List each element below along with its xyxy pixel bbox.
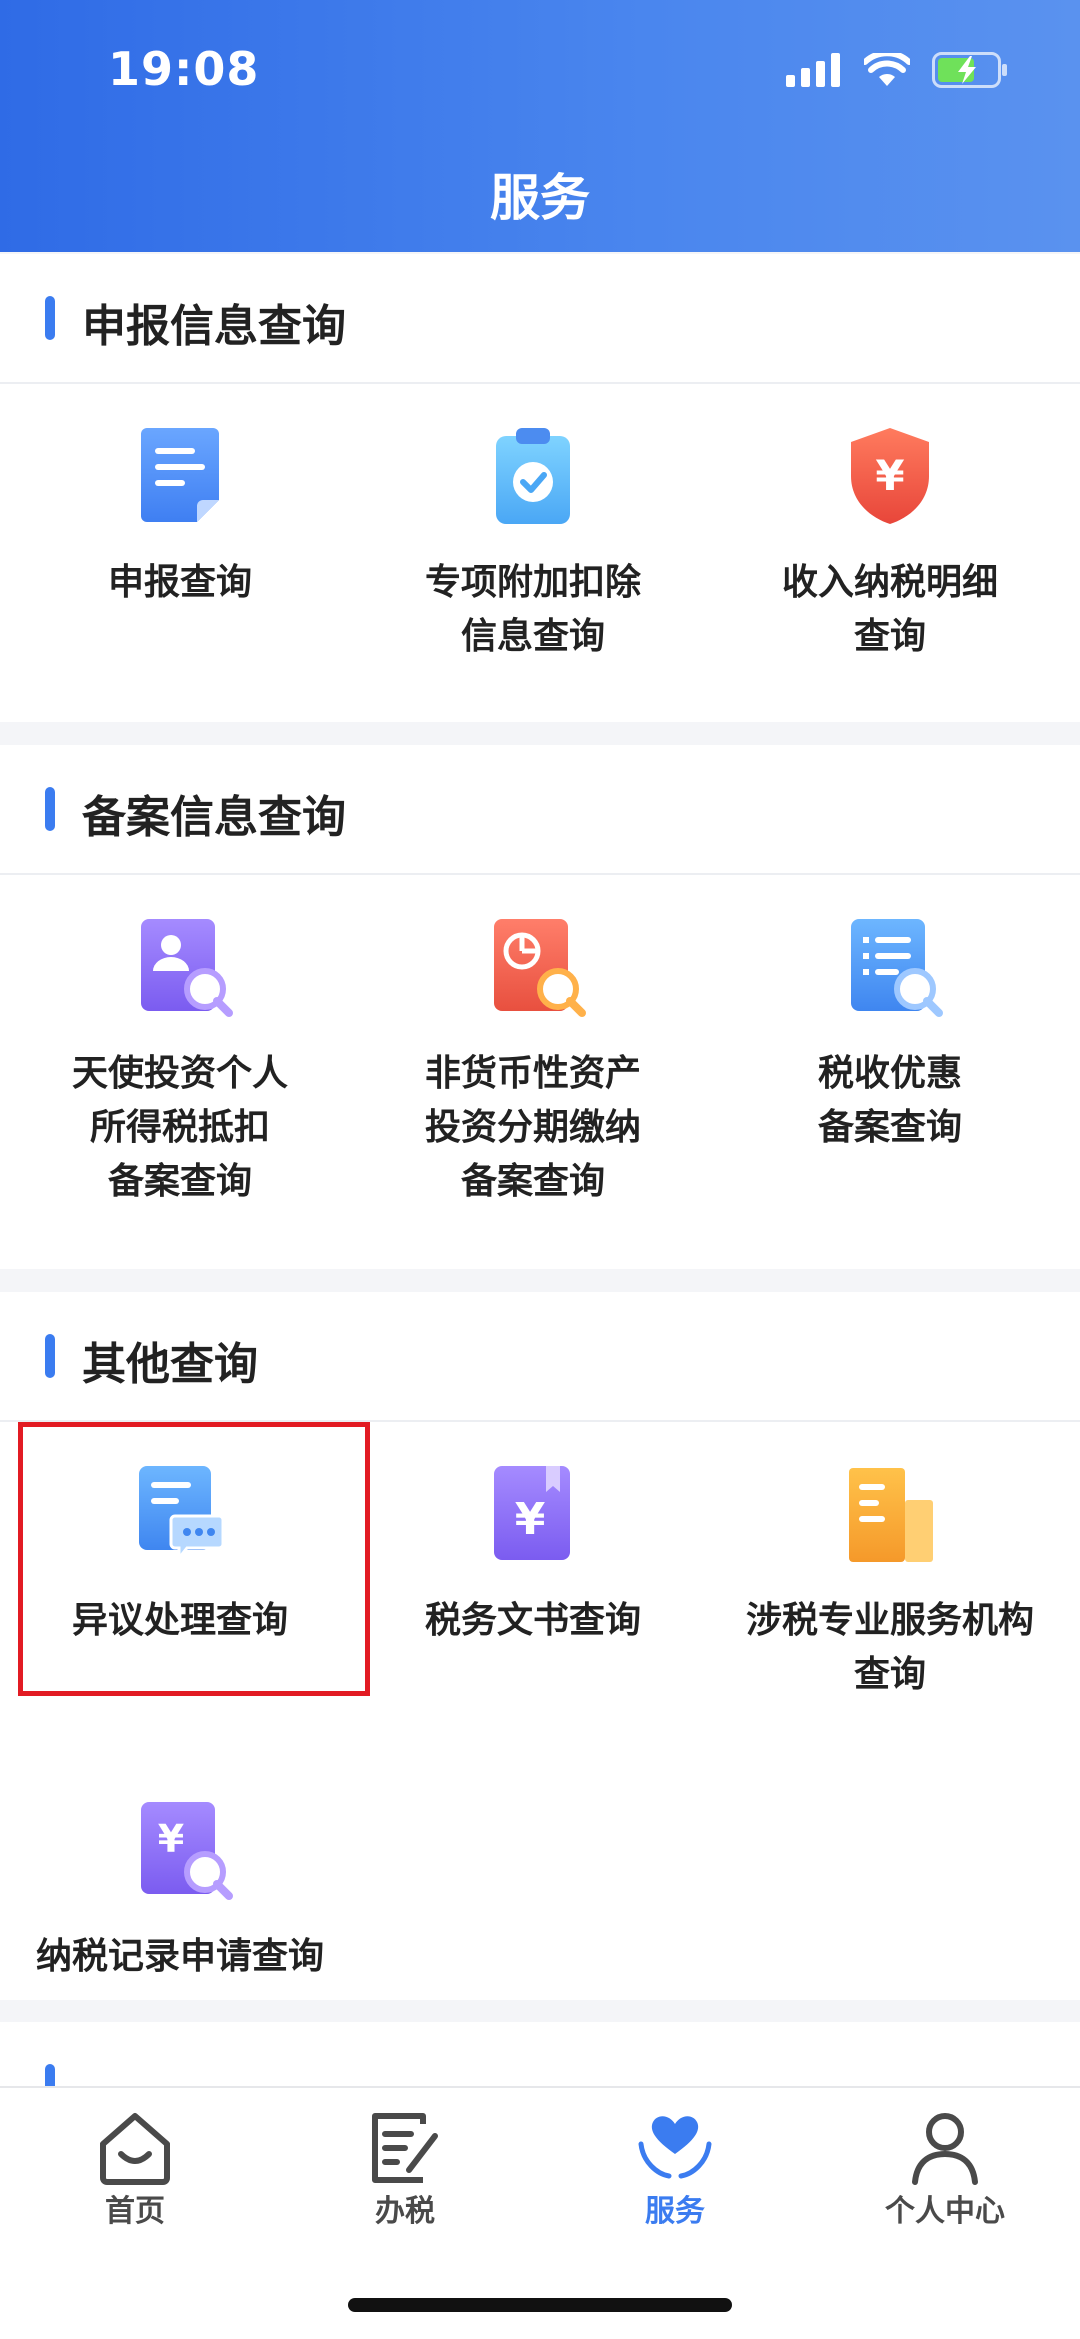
clipboard-check-icon [488,426,578,526]
item-label: 纳税记录申请查询 [35,1936,324,1977]
section-title: 申报信息查询 [82,301,346,352]
service-item-income-tax-detail-query[interactable]: ¥ 收入纳税明细 查询 [710,426,1070,664]
svg-text:¥: ¥ [875,451,904,500]
section-header: 其他查询 [0,1292,1080,1422]
pie-search-icon [488,917,586,1017]
svg-text:¥: ¥ [515,1494,546,1545]
person-search-icon [135,917,233,1017]
item-label: 涉税专业服务机构 查询 [745,1600,1034,1695]
service-item-angel-investment-filing-query[interactable]: 天使投资个人 所得税抵扣 备案查询 [0,917,360,1209]
service-item-declaration-query[interactable]: 申报查询 [0,426,360,610]
item-label: 专项附加扣除 信息查询 [424,562,641,657]
app-header: 19:08 服务 [0,0,1080,252]
section-title: 其他查询 [82,1339,258,1390]
tab-home[interactable]: 首页 [0,2110,270,2230]
svg-text:¥: ¥ [158,1817,184,1861]
status-icons [786,52,1008,88]
section-header: 申报信息查询 [0,254,1080,384]
section-accent-bar [45,296,55,340]
document-icon [135,426,225,526]
wifi-icon [864,53,910,86]
tab-label: 服务 [645,2194,705,2229]
section-accent-bar [45,1334,55,1378]
section-header: 备案信息查询 [0,745,1080,875]
service-item-tax-record-application-query[interactable]: ¥ 纳税记录申请查询 [0,1800,360,1984]
status-time: 19:08 [108,42,260,96]
building-icon [845,1464,935,1564]
heart-hands-icon [635,2110,715,2186]
service-item-non-monetary-asset-filing-query[interactable]: 非货币性资产 投资分期缴纳 备案查询 [353,917,713,1209]
tab-personal-center[interactable]: 个人中心 [810,2110,1080,2230]
section-accent-bar [45,2064,55,2086]
service-item-special-deduction-query[interactable]: 专项附加扣除 信息查询 [353,426,713,664]
item-label: 税收优惠 备案查询 [817,1053,962,1148]
tab-label: 首页 [105,2194,165,2229]
item-label: 申报查询 [107,562,252,603]
highlight-objection-handling [18,1422,370,1696]
item-label: 天使投资个人 所得税抵扣 备案查询 [71,1053,288,1202]
item-label: 税务文书查询 [424,1600,641,1641]
signal-icon [786,53,840,87]
item-label: 收入纳税明细 查询 [781,562,998,657]
tab-tax-handling[interactable]: 办税 [270,2110,540,2230]
list-search-icon [845,917,943,1017]
service-item-tax-document-query[interactable]: ¥ 税务文书查询 [353,1464,713,1648]
section-next-partial [0,2022,1080,2086]
service-item-tax-service-agency-query[interactable]: 涉税专业服务机构 查询 [710,1464,1070,1702]
tab-label: 个人中心 [885,2194,1005,2229]
item-label: 非货币性资产 投资分期缴纳 备案查询 [424,1053,641,1202]
page-title: 服务 [490,169,590,227]
yuan-search-icon: ¥ [135,1800,233,1900]
section-title: 备案信息查询 [82,792,346,843]
home-indicator[interactable] [348,2298,732,2312]
section-declaration-query: 申报信息查询 申报查询 专项附加扣除 信息查询 ¥ 收入纳税明细 查询 [0,254,1080,722]
section-filing-query: 备案信息查询 天使投资个人 所得税抵扣 备案查询 非货币性资产 投资分期缴纳 备… [0,745,1080,1269]
service-item-tax-preference-filing-query[interactable]: 税收优惠 备案查询 [710,917,1070,1155]
person-icon [905,2110,985,2186]
tab-service[interactable]: 服务 [540,2110,810,2230]
home-icon [95,2110,175,2186]
section-accent-bar [45,787,55,831]
yuan-shield-icon: ¥ [845,426,935,526]
edit-document-icon [365,2110,445,2186]
battery-icon [932,52,1007,88]
tab-label: 办税 [375,2194,435,2229]
yuan-book-icon: ¥ [488,1464,578,1564]
